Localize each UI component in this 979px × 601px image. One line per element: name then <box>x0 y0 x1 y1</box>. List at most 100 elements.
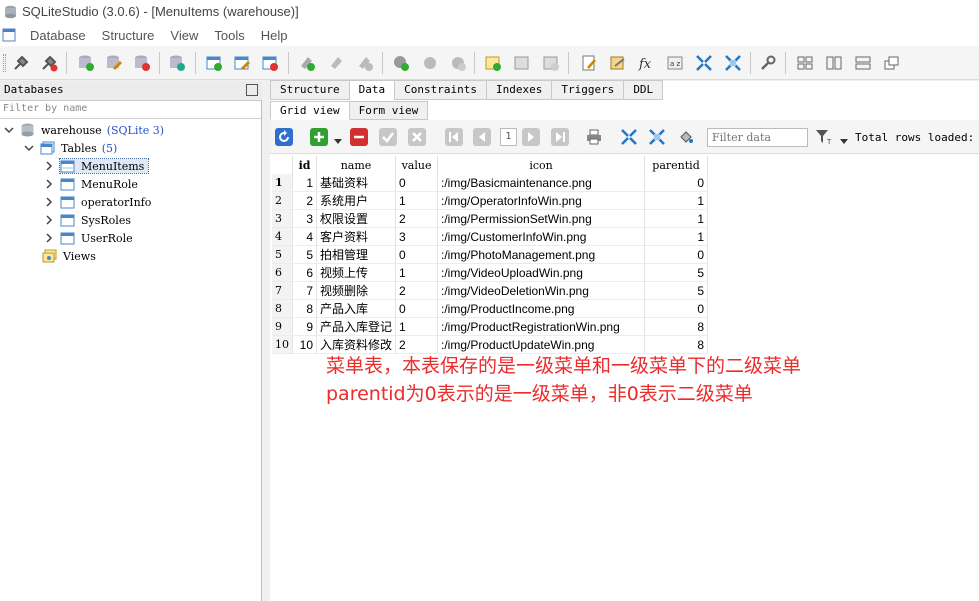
filter-data-input[interactable] <box>707 128 808 147</box>
tab-indexes[interactable]: Indexes <box>486 80 553 100</box>
tab-data[interactable]: Data <box>349 80 396 100</box>
parentid-cell[interactable]: 5 <box>644 281 709 300</box>
table-row[interactable]: 5 5 拍相管理 0:/img/PhotoManagement.png 0 <box>272 245 709 264</box>
chevron-down-icon[interactable] <box>24 143 34 153</box>
tile-windows-button[interactable] <box>794 52 816 74</box>
name-cell[interactable]: 入库资料修改 <box>316 335 397 354</box>
icon-cell[interactable]: :/img/OperatorInfoWin.png <box>437 191 646 210</box>
menu-tools[interactable]: Tools <box>206 28 252 43</box>
edit-table-button[interactable] <box>231 52 253 74</box>
functions-editor-button[interactable]: fx <box>635 52 657 74</box>
expand-columns-button[interactable] <box>620 128 638 146</box>
id-cell[interactable]: 5 <box>292 245 317 264</box>
table-row[interactable]: 10 10 入库资料修改 2:/img/ProductUpdateWin.png 8 <box>272 335 709 354</box>
icon-cell[interactable]: :/img/Basicmaintenance.png <box>437 174 646 192</box>
tab-constraints[interactable]: Constraints <box>395 80 487 100</box>
import-export-button[interactable] <box>722 52 744 74</box>
table-row[interactable]: 2 2 系统用户 1:/img/OperatorInfoWin.png 1 <box>272 191 709 210</box>
add-index-button[interactable] <box>296 52 318 74</box>
delete-row-button[interactable] <box>350 128 368 146</box>
icon-cell[interactable]: :/img/ProductIncome.png <box>437 299 646 318</box>
filter-mode-dropdown[interactable] <box>840 134 848 148</box>
tree-table-userrole[interactable]: UserRole <box>4 229 260 247</box>
create-table-button[interactable] <box>203 52 225 74</box>
config-button[interactable] <box>757 52 779 74</box>
create-view-button[interactable] <box>482 52 504 74</box>
id-cell[interactable]: 4 <box>292 227 317 246</box>
tree-table-sysroles[interactable]: SysRoles <box>4 211 260 229</box>
tile-horizontal-button[interactable] <box>852 52 874 74</box>
id-cell[interactable]: 7 <box>292 281 317 300</box>
tab-form-view[interactable]: Form view <box>349 101 429 120</box>
parentid-cell[interactable]: 5 <box>644 263 709 282</box>
id-cell[interactable]: 3 <box>292 209 317 228</box>
tree-table-menuitems[interactable]: MenuItems <box>4 157 260 175</box>
format-button[interactable] <box>677 128 695 146</box>
name-cell[interactable]: 视频上传 <box>316 263 397 282</box>
value-cell[interactable]: 2 <box>395 209 439 228</box>
id-cell[interactable]: 10 <box>292 335 317 354</box>
table-row[interactable]: 8 8 产品入库 0:/img/ProductIncome.png 0 <box>272 299 709 318</box>
table-row[interactable]: 1 1 基础资料 0:/img/Basicmaintenance.png 0 <box>272 174 709 192</box>
value-cell[interactable]: 1 <box>395 263 439 282</box>
edit-trigger-button[interactable] <box>419 52 441 74</box>
delete-table-button[interactable] <box>259 52 281 74</box>
value-cell[interactable]: 2 <box>395 335 439 354</box>
icon-cell[interactable]: :/img/CustomerInfoWin.png <box>437 227 646 246</box>
tree-views-node[interactable]: Views <box>4 247 260 265</box>
tree-table-operatorinfo[interactable]: operatorInfo <box>4 193 260 211</box>
mdi-window-icon[interactable] <box>2 28 16 42</box>
disconnect-db-button[interactable] <box>38 52 60 74</box>
column-header-parentid[interactable]: parentid <box>644 156 709 174</box>
chevron-right-icon[interactable] <box>44 197 54 207</box>
menu-database[interactable]: Database <box>22 28 94 43</box>
edit-database-button[interactable] <box>103 52 125 74</box>
menu-structure[interactable]: Structure <box>94 28 163 43</box>
table-row[interactable]: 6 6 视频上传 1:/img/VideoUploadWin.png 5 <box>272 263 709 282</box>
export-button[interactable] <box>585 128 603 146</box>
chevron-right-icon[interactable] <box>44 161 54 171</box>
chevron-right-icon[interactable] <box>44 179 54 189</box>
icon-cell[interactable]: :/img/VideoDeletionWin.png <box>437 281 646 300</box>
id-cell[interactable]: 6 <box>292 263 317 282</box>
previous-page-button[interactable] <box>473 128 491 146</box>
value-cell[interactable]: 0 <box>395 174 439 192</box>
add-database-button[interactable] <box>75 52 97 74</box>
undock-panel-icon[interactable] <box>246 84 258 96</box>
page-number-input[interactable]: 1 <box>500 128 517 146</box>
tab-grid-view[interactable]: Grid view <box>270 101 350 120</box>
tab-ddl[interactable]: DDL <box>624 80 664 100</box>
next-page-button[interactable] <box>522 128 540 146</box>
tree-table-menurole[interactable]: MenuRole <box>4 175 260 193</box>
table-row[interactable]: 7 7 视频删除 2:/img/VideoDeletionWin.png 5 <box>272 281 709 300</box>
open-sql-editor-button[interactable] <box>578 52 600 74</box>
table-row[interactable]: 3 3 权限设置 2:/img/PermissionSetWin.png 1 <box>272 209 709 228</box>
toolbar-grip[interactable] <box>3 54 6 72</box>
column-header-value[interactable]: value <box>395 156 439 174</box>
first-page-button[interactable] <box>445 128 463 146</box>
id-cell[interactable]: 9 <box>292 317 317 336</box>
tile-vertical-button[interactable] <box>823 52 845 74</box>
insert-row-button[interactable] <box>310 128 328 146</box>
panel-splitter[interactable] <box>263 81 270 601</box>
name-cell[interactable]: 客户资料 <box>316 227 397 246</box>
icon-cell[interactable]: :/img/ProductRegistrationWin.png <box>437 317 646 336</box>
table-row[interactable]: 4 4 客户资料 3:/img/CustomerInfoWin.png 1 <box>272 227 709 246</box>
parentid-cell[interactable]: 1 <box>644 209 709 228</box>
column-header-id[interactable]: id <box>292 156 317 174</box>
delete-trigger-button[interactable] <box>447 52 469 74</box>
commit-button[interactable] <box>379 128 397 146</box>
id-cell[interactable]: 1 <box>292 174 317 192</box>
refresh-db-button[interactable] <box>166 52 188 74</box>
value-cell[interactable]: 1 <box>395 191 439 210</box>
ddl-history-button[interactable] <box>607 52 629 74</box>
parentid-cell[interactable]: 8 <box>644 335 709 354</box>
parentid-cell[interactable]: 0 <box>644 174 709 192</box>
table-row[interactable]: 9 9 产品入库登记 1:/img/ProductRegistrationWin.pn… <box>272 317 709 336</box>
parentid-cell[interactable]: 8 <box>644 317 709 336</box>
name-cell[interactable]: 权限设置 <box>316 209 397 228</box>
menu-help[interactable]: Help <box>253 28 296 43</box>
delete-index-button[interactable] <box>354 52 376 74</box>
value-cell[interactable]: 3 <box>395 227 439 246</box>
delete-view-button[interactable] <box>540 52 562 74</box>
